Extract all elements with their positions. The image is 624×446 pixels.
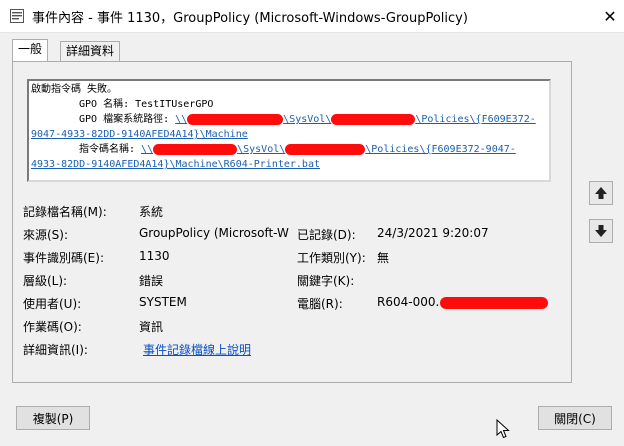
user-label: 使用者(U): xyxy=(23,297,82,311)
more-info-label: 詳細資訊(I): xyxy=(23,343,88,357)
redaction-mark xyxy=(187,113,284,125)
event-id-label: 事件識別碼(E): xyxy=(23,251,104,265)
level-value: 錯誤 xyxy=(139,274,164,288)
desc-line: GPO 檔案系統路徑: \\ \SysVol\ \Policies\{F609E37… xyxy=(31,112,549,127)
redaction-mark xyxy=(285,143,366,155)
level-label: 層級(L): xyxy=(23,274,68,288)
script-path-link[interactable]: \\ \SysVol\ \Policies\{F609E372-9047- xyxy=(141,143,516,155)
title-bar: 事件內容 - 事件 1130，GroupPolicy (Microsoft-Wi… xyxy=(0,0,624,33)
computer-value: R604-000. xyxy=(377,295,549,309)
task-category-value: 無 xyxy=(377,251,390,265)
source-value: GroupPolicy (Microsoft-Win xyxy=(139,226,289,240)
copy-button[interactable]: 複製(P) xyxy=(16,406,90,430)
close-icon[interactable]: ✕ xyxy=(596,2,624,30)
general-panel: 啟動指令碼 失敗。 GPO 名稱: TestITUserGPO GPO 檔案系統… xyxy=(12,61,572,383)
mouse-cursor-icon xyxy=(496,419,510,439)
gpo-path-link-cont[interactable]: 9047-4933-82DD-9140AFED4A14}\Machine xyxy=(31,127,549,142)
arrow-up-icon xyxy=(595,187,607,199)
desc-line: GPO 名稱: TestITUserGPO xyxy=(79,99,214,110)
previous-event-button[interactable] xyxy=(589,181,613,205)
window-title: 事件內容 - 事件 1130，GroupPolicy (Microsoft-Wi… xyxy=(32,11,468,26)
gpo-path-link[interactable]: \\ \SysVol\ \Policies\{F609E372- xyxy=(175,113,536,125)
user-value: SYSTEM xyxy=(139,295,187,309)
desc-line: 指令碼名稱: \\ \SysVol\ \Policies\{F609E372-904… xyxy=(31,142,549,157)
event-description-box[interactable]: 啟動指令碼 失敗。 GPO 名稱: TestITUserGPO GPO 檔案系統… xyxy=(27,79,551,182)
opcode-value: 資訊 xyxy=(139,320,164,334)
task-category-label: 工作類別(Y): xyxy=(297,251,366,265)
keywords-label: 關鍵字(K): xyxy=(297,274,355,288)
tab-general[interactable]: 一般 xyxy=(12,39,49,61)
event-id-value: 1130 xyxy=(139,249,170,263)
next-event-button[interactable] xyxy=(589,219,613,243)
redaction-mark xyxy=(440,296,549,309)
event-properties-icon xyxy=(10,9,24,23)
log-name-label: 記錄檔名稱(M): xyxy=(23,205,107,219)
tab-details[interactable]: 詳細資料 xyxy=(60,41,121,61)
source-label: 來源(S): xyxy=(23,228,69,242)
event-log-online-help-link[interactable]: 事件記錄檔線上說明 xyxy=(143,341,251,358)
desc-label: 指令碼名稱: xyxy=(79,144,142,155)
redaction-mark xyxy=(331,113,416,125)
computer-label: 電腦(R): xyxy=(297,297,343,311)
redaction-mark xyxy=(153,143,238,155)
script-path-link-cont[interactable]: 4933-82DD-9140AFED4A14}\Machine\R604-Pri… xyxy=(31,157,549,172)
desc-line: 啟動指令碼 失敗。 xyxy=(31,84,118,95)
logged-label: 已記錄(D): xyxy=(297,228,356,242)
log-name-value: 系統 xyxy=(139,205,164,219)
close-button[interactable]: 關閉(C) xyxy=(538,406,612,430)
desc-label: GPO 檔案系統路徑: xyxy=(79,114,176,125)
opcode-label: 作業碼(O): xyxy=(23,320,82,334)
logged-value: 24/3/2021 9:20:07 xyxy=(377,226,489,240)
arrow-down-icon xyxy=(595,225,607,237)
